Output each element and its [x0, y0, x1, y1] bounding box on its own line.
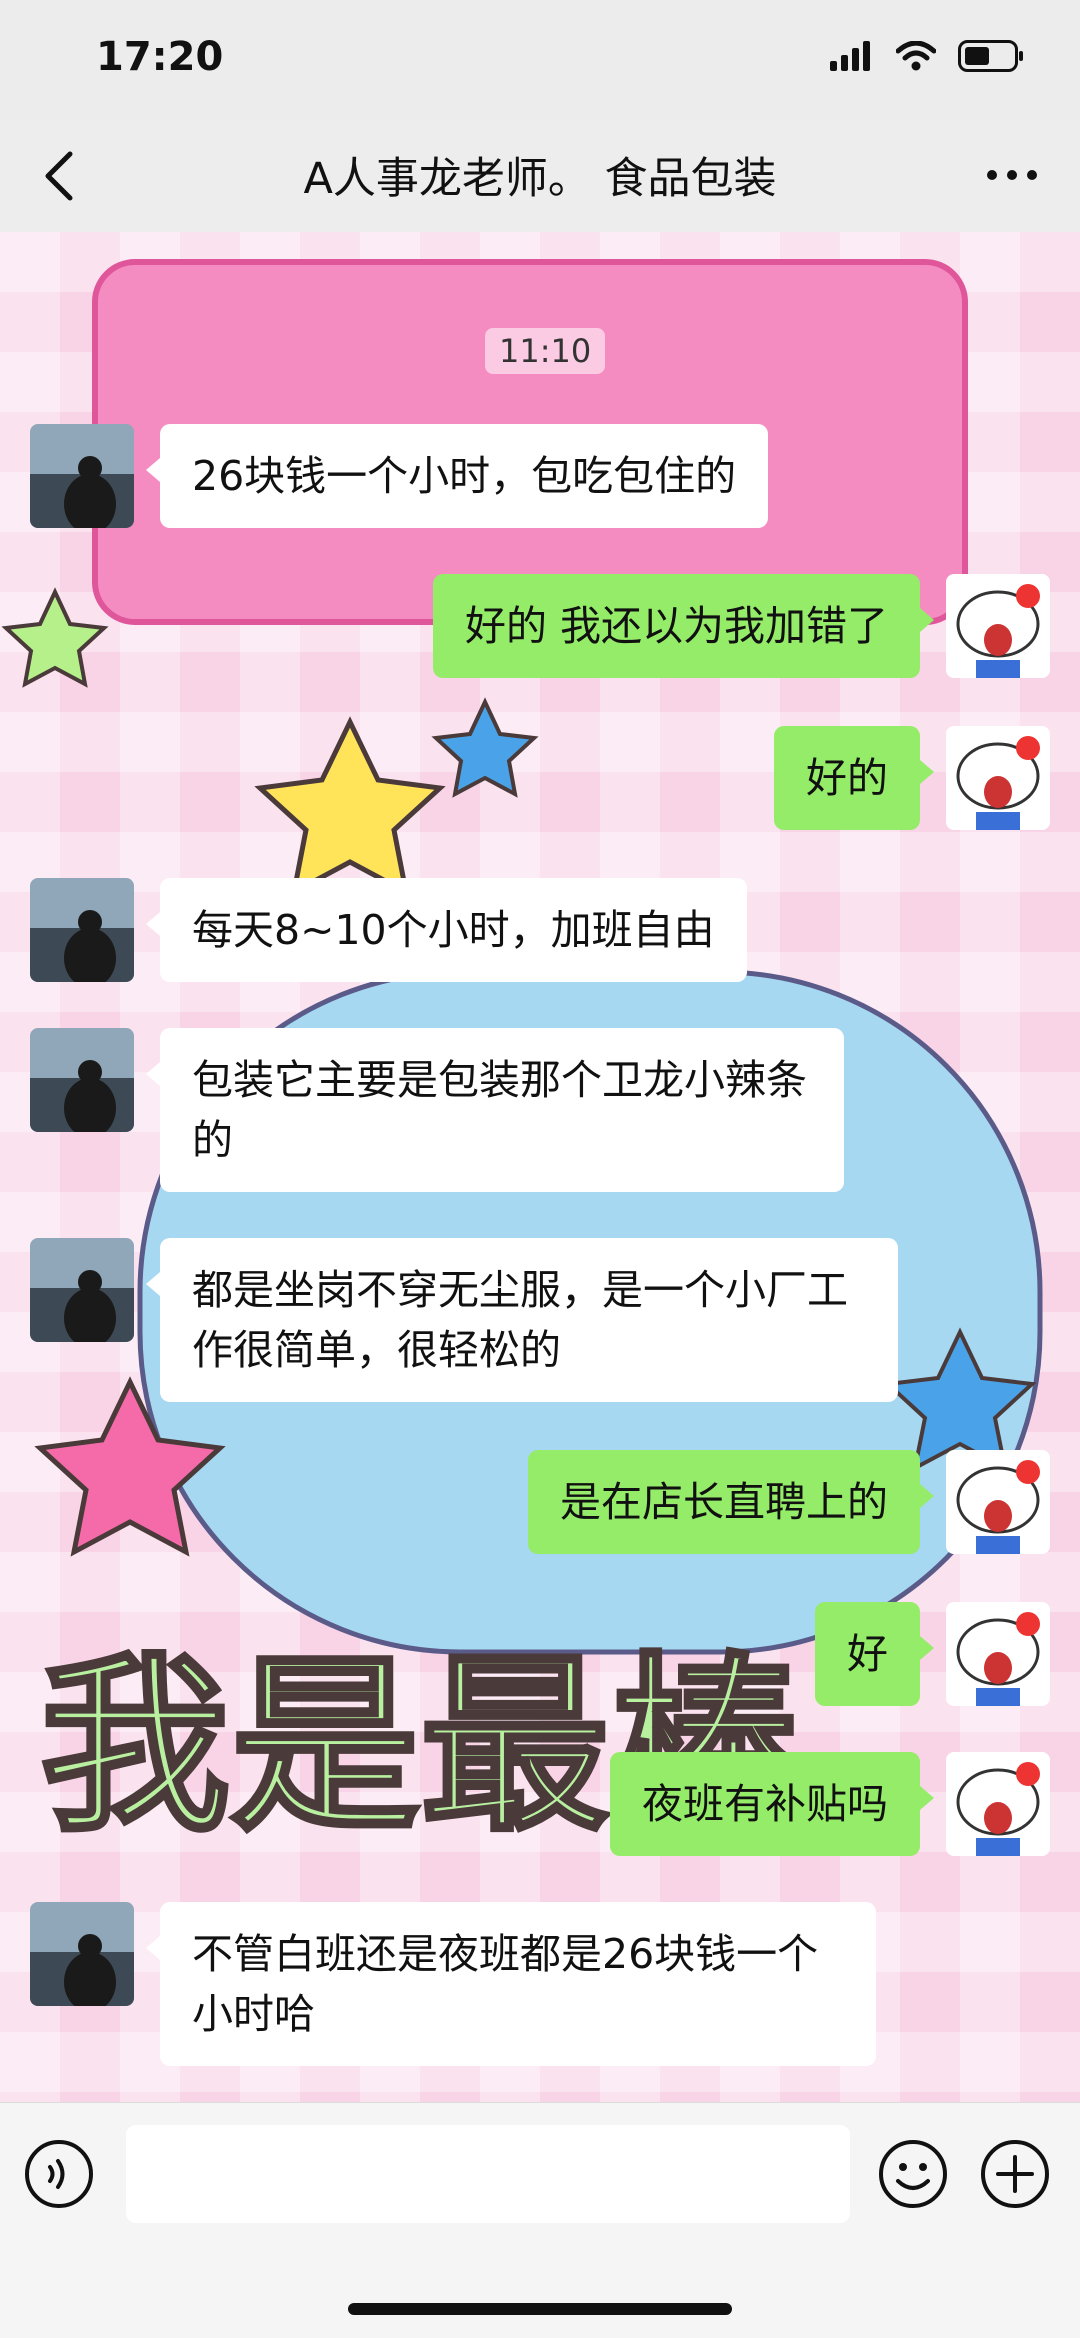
voice-icon[interactable] — [24, 2139, 94, 2209]
message-bubble[interactable]: 26块钱一个小时，包吃包住的 — [145, 424, 769, 528]
message-bubble[interactable]: 好 — [815, 1602, 934, 1706]
plus-icon[interactable] — [980, 2139, 1050, 2209]
message-row: 都是坐岗不穿无尘服，是一个小厂工作很简单，很轻松的 — [30, 1238, 898, 1402]
contact-avatar[interactable] — [30, 1238, 134, 1342]
message-input[interactable] — [126, 2125, 850, 2223]
message-row: 好的 — [774, 726, 1050, 830]
more-icon[interactable] — [982, 150, 1042, 200]
self-avatar[interactable] — [946, 574, 1050, 678]
message-row: 好的 我还以为我加错了 — [432, 574, 1050, 678]
home-indicator — [348, 2303, 732, 2315]
message-row: 夜班有补贴吗 — [610, 1752, 1050, 1856]
message-bubble[interactable]: 好的 我还以为我加错了 — [432, 574, 935, 678]
chat-title: A人事龙老师。 食品包装 — [303, 154, 777, 204]
message-bubble[interactable]: 是在店长直聘上的 — [528, 1450, 934, 1554]
message-row: 是在店长直聘上的 — [528, 1450, 1050, 1554]
self-avatar[interactable] — [946, 1450, 1050, 1554]
self-avatar[interactable] — [946, 1602, 1050, 1706]
message-row: 26块钱一个小时，包吃包住的 — [30, 424, 769, 528]
contact-avatar[interactable] — [30, 1902, 134, 2006]
message-row: 每天8~10个小时，加班自由 — [30, 878, 747, 982]
self-avatar[interactable] — [946, 1752, 1050, 1856]
chat-timestamp: 11:10 — [485, 328, 606, 374]
message-bubble[interactable]: 都是坐岗不穿无尘服，是一个小厂工作很简单，很轻松的 — [146, 1238, 898, 1402]
contact-avatar[interactable] — [30, 424, 134, 528]
contact-avatar[interactable] — [30, 878, 134, 982]
message-bubble[interactable]: 每天8~10个小时，加班自由 — [146, 878, 747, 982]
self-avatar[interactable] — [946, 726, 1050, 830]
message-bubble[interactable]: 不管白班还是夜班都是26块钱一个小时哈 — [146, 1902, 876, 2066]
battery-icon — [958, 40, 1023, 72]
chat-area[interactable]: 我是最棒 11:10 26块钱一个小时，包吃包住的 好的 我还以为我加错了 好的… — [0, 232, 1080, 2102]
status-bar: 17:20 — [0, 0, 1080, 120]
status-time: 17:20 — [96, 34, 224, 80]
message-row: 包装它主要是包装那个卫龙小辣条的 — [30, 1028, 844, 1192]
message-bubble[interactable]: 好的 — [774, 726, 934, 830]
input-bar — [0, 2102, 1080, 2338]
contact-avatar[interactable] — [30, 1028, 134, 1132]
message-row: 好 — [815, 1602, 1050, 1706]
signal-icon — [830, 41, 870, 71]
message-bubble[interactable]: 包装它主要是包装那个卫龙小辣条的 — [146, 1028, 844, 1192]
emoji-icon[interactable] — [878, 2139, 948, 2209]
chat-header: A人事龙老师。 食品包装 — [0, 120, 1080, 233]
message-bubble[interactable]: 夜班有补贴吗 — [610, 1752, 934, 1856]
message-row: 不管白班还是夜班都是26块钱一个小时哈 — [30, 1902, 876, 2066]
status-icons — [830, 40, 1024, 72]
wifi-icon — [896, 41, 936, 71]
